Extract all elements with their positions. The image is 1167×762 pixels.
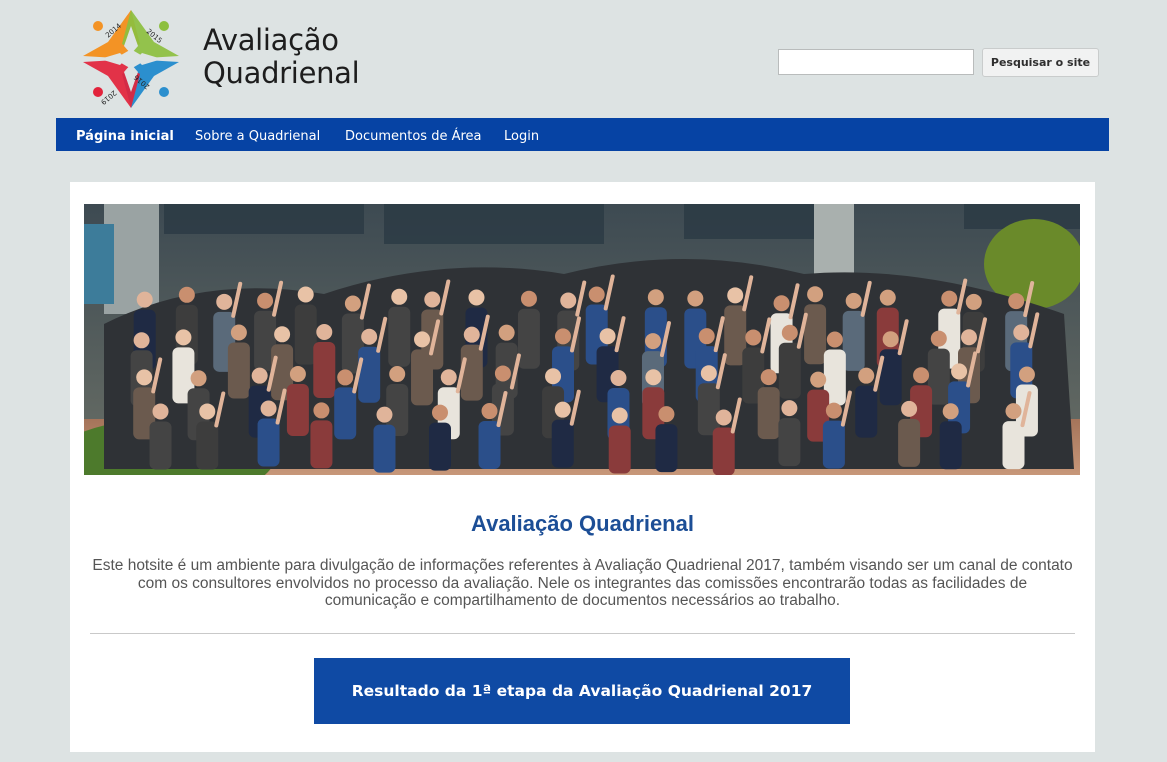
site-title[interactable]: Avaliação Quadrienal	[203, 23, 360, 90]
nav-item-home[interactable]: Página inicial	[76, 118, 174, 151]
nav-item-login[interactable]: Login	[504, 118, 539, 151]
nav-item-about[interactable]: Sobre a Quadrienal	[195, 118, 320, 151]
results-button[interactable]: Resultado da 1ª etapa da Avaliação Quadr…	[314, 658, 850, 724]
divider	[90, 633, 1075, 634]
intro-paragraph: Este hotsite é um ambiente para divulgaç…	[92, 557, 1073, 609]
quadrienal-logo[interactable]: 2014 2015 2016 2019	[78, 8, 184, 110]
page-heading: Avaliação Quadrienal	[471, 511, 694, 536]
site-title-line1: Avaliação	[203, 23, 339, 57]
search-button[interactable]: Pesquisar o site	[982, 48, 1099, 77]
search-input[interactable]	[778, 49, 974, 75]
main-nav: Página inicial Sobre a Quadrienal Docume…	[56, 118, 1109, 151]
main-content: Avaliação Quadrienal Este hotsite é um a…	[70, 182, 1095, 752]
site-title-line2: Quadrienal	[203, 56, 360, 90]
site-header: 2014 2015 2016 2019 Avaliação Quadrienal…	[0, 0, 1167, 118]
group-photo	[84, 204, 1080, 475]
nav-item-documents[interactable]: Documentos de Área	[345, 118, 482, 151]
